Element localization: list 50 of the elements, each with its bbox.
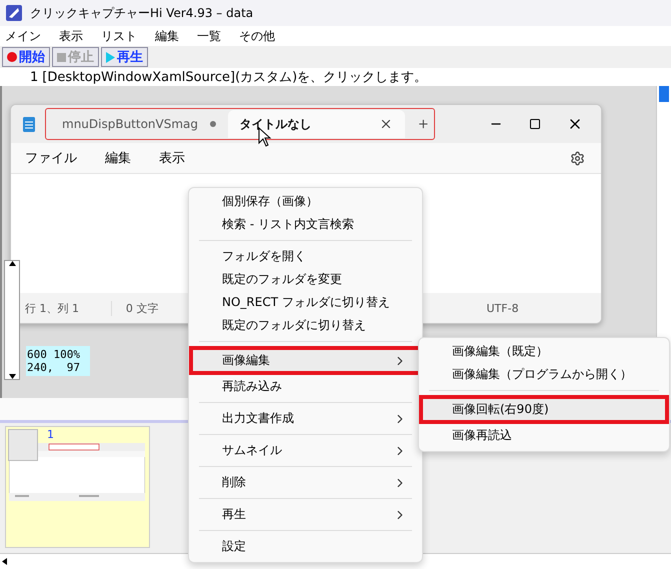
- app-icon: [6, 5, 22, 21]
- scrollbar[interactable]: [4, 260, 20, 380]
- menu-item[interactable]: 画像編集（既定）: [422, 340, 666, 363]
- thumbnail[interactable]: 1: [5, 426, 150, 548]
- menu-bar-item[interactable]: メイン: [5, 28, 41, 44]
- menu-item[interactable]: 画像編集（プログラムから開く）: [422, 363, 666, 386]
- menu-item[interactable]: 検索 - リスト内文言検索: [192, 213, 419, 236]
- stop-icon: [57, 52, 66, 62]
- tab[interactable]: タイトルなし: [228, 110, 406, 138]
- menu-item[interactable]: 表示: [159, 149, 185, 167]
- menu-item[interactable]: 再読み込み: [192, 375, 419, 398]
- tab[interactable]: mnuDispButtonVSmag: [50, 110, 228, 138]
- menu-item[interactable]: サムネイル: [192, 439, 419, 462]
- menu-item[interactable]: 画像再読込: [422, 424, 666, 447]
- status-text: UTF-8: [486, 302, 520, 314]
- up-arrow-icon[interactable]: [8, 261, 16, 266]
- toolbar-button[interactable]: 開始: [2, 47, 50, 67]
- menu-item[interactable]: 画像回転(右90度): [419, 395, 669, 424]
- settings-icon[interactable]: [570, 150, 585, 166]
- menu-item[interactable]: 出力文書作成: [192, 407, 419, 430]
- menu-item[interactable]: 既定のフォルダに切り替え: [192, 314, 419, 337]
- info-text: 240, 97: [27, 361, 81, 374]
- thumbnail-number: 1: [47, 429, 55, 441]
- menu-item[interactable]: フォルダを開く: [192, 245, 419, 268]
- plus-icon[interactable]: [417, 117, 430, 131]
- menu-item[interactable]: 編集: [105, 149, 131, 167]
- left-arrow-icon[interactable]: [2, 558, 7, 565]
- play-icon: [106, 52, 115, 62]
- menu-item[interactable]: 個別保存（画像）: [192, 190, 419, 213]
- record-icon: [7, 52, 17, 62]
- maximize-icon[interactable]: [529, 118, 541, 130]
- thumbnail-placeholder: [8, 429, 38, 461]
- menu-bar-item[interactable]: 編集: [155, 28, 179, 44]
- menu-bar-item[interactable]: 表示: [59, 28, 83, 44]
- menu-bar-item[interactable]: その他: [239, 28, 275, 44]
- window-title: クリックキャプチャーHi Ver4.93 – data: [30, 4, 254, 22]
- notepad-icon: [23, 116, 35, 132]
- menu-bar-item[interactable]: リスト: [101, 28, 137, 44]
- toolbar-button[interactable]: 再生: [101, 47, 148, 67]
- menu-item[interactable]: ファイル: [25, 149, 77, 167]
- info-text: 600 100%: [27, 348, 81, 361]
- menu-bar-item[interactable]: 一覧: [197, 28, 221, 44]
- menu-item[interactable]: 設定: [192, 535, 419, 558]
- menu-item[interactable]: 削除: [192, 471, 419, 494]
- down-arrow-icon[interactable]: [8, 374, 16, 379]
- step-number: 1: [30, 70, 38, 84]
- menu-item[interactable]: 再生: [192, 503, 419, 526]
- dot-icon: [210, 121, 216, 127]
- step-text: [DesktopWindowXamlSource](カスタム)を、クリックします。: [42, 69, 428, 86]
- menu-item[interactable]: 既定のフォルダを変更: [192, 268, 419, 291]
